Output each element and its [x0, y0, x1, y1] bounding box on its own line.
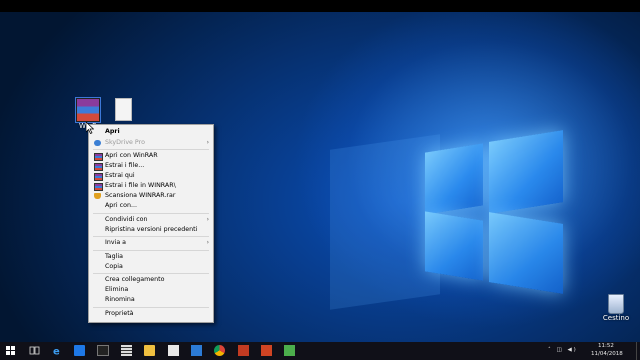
windows-logo-pane	[489, 212, 563, 294]
shield-icon	[94, 193, 101, 199]
winrar-archive-icon	[75, 97, 101, 123]
menu-item-apri-con[interactable]: Apri con...	[89, 201, 213, 211]
menu-separator	[93, 307, 209, 308]
menu-item-label: Estrai i file in WINRAR\	[105, 182, 176, 189]
menu-item-ripristina-versioni[interactable]: Ripristina versioni precedenti	[89, 225, 213, 235]
show-desktop-button[interactable]	[636, 342, 640, 360]
tray-icons[interactable]: ˄ ◫ ◀)	[548, 347, 578, 353]
mouse-cursor-icon	[86, 122, 94, 134]
menu-item-estrai-file[interactable]: Estrai i file...	[89, 161, 213, 171]
menu-item-label: Estrai i file...	[105, 162, 145, 169]
desktop-icon-file[interactable]	[103, 98, 143, 121]
menu-item-label: Scansiona WINRAR.rar	[105, 192, 176, 199]
clock-time[interactable]: 11:52	[598, 343, 614, 349]
menu-item-label: Rinomina	[105, 296, 135, 303]
context-menu: Apri SkyDrive Pro › Apri con WinRAR Estr…	[88, 124, 214, 323]
calculator-icon[interactable]	[121, 345, 132, 356]
edge-icon[interactable]: e	[52, 345, 63, 357]
chevron-right-icon: ›	[206, 239, 209, 246]
start-icon[interactable]	[5, 345, 16, 356]
menu-item-label: Crea collegamento	[105, 276, 165, 283]
windows-logo-pane	[489, 130, 563, 214]
file-explorer-icon[interactable]	[144, 345, 155, 356]
taskbar: e ˄ ◫ ◀) 11:52 11/04/2018	[0, 342, 640, 360]
chevron-right-icon: ›	[206, 139, 209, 146]
light-beam	[330, 134, 440, 310]
menu-item-label: Apri con WinRAR	[105, 152, 158, 159]
menu-separator	[93, 213, 209, 214]
menu-item-label: Ripristina versioni precedenti	[105, 226, 198, 233]
menu-item-copia[interactable]: Copia	[89, 262, 213, 272]
blank-file-icon	[114, 98, 132, 121]
menu-separator	[93, 236, 209, 237]
menu-item-elimina[interactable]: Elimina	[89, 285, 213, 295]
menu-item-label: Elimina	[105, 286, 129, 293]
photos-icon[interactable]	[191, 345, 202, 356]
cloud-icon	[94, 140, 101, 146]
menu-item-label: Invia a	[105, 239, 127, 246]
menu-item-estrai-qui[interactable]: Estrai qui	[89, 171, 213, 181]
menu-item-label: Condividi con	[105, 216, 148, 223]
powerpoint-icon[interactable]	[261, 345, 272, 356]
windows-logo-pane	[425, 211, 483, 281]
menu-item-label: Taglia	[105, 253, 124, 260]
menu-item-label: Copia	[105, 263, 123, 270]
recycle-bin-label: Cestino	[602, 314, 630, 322]
recycle-bin-icon	[608, 294, 624, 314]
menu-item-apri-con-winrar[interactable]: Apri con WinRAR	[89, 151, 213, 161]
clock-date[interactable]: 11/04/2018	[591, 351, 623, 357]
menu-item-scansiona[interactable]: Scansiona WINRAR.rar	[89, 191, 213, 201]
menu-item-apri[interactable]: Apri	[89, 127, 213, 137]
menu-separator	[93, 273, 209, 274]
recycle-bin[interactable]: Cestino	[596, 294, 636, 322]
menu-item-crea-collegamento[interactable]: Crea collegamento	[89, 275, 213, 285]
menu-item-label: Estrai qui	[105, 172, 135, 179]
menu-item-label: Apri con...	[105, 202, 137, 209]
menu-item-label: SkyDrive Pro	[105, 139, 145, 146]
menu-item-estrai-in-cartella[interactable]: Estrai i file in WINRAR\	[89, 181, 213, 191]
winrar-icon	[94, 183, 103, 191]
menu-item-rinomina[interactable]: Rinomina	[89, 295, 213, 305]
menu-separator	[93, 250, 209, 251]
menu-item-skydrive-pro[interactable]: SkyDrive Pro ›	[89, 138, 213, 148]
svg-text:e: e	[53, 347, 60, 357]
letterbox	[0, 0, 640, 12]
cmd-icon[interactable]	[97, 345, 109, 356]
mail-icon[interactable]	[238, 345, 249, 356]
menu-item-proprieta[interactable]: Proprietà	[89, 309, 213, 319]
store-icon[interactable]	[74, 345, 85, 356]
winrar-icon	[94, 153, 103, 161]
screen: WinR Cestino Apri SkyDrive Pro › Apri co…	[0, 0, 640, 360]
menu-item-invia-a[interactable]: Invia a ›	[89, 238, 213, 248]
winrar-icon	[94, 173, 103, 181]
media-player-icon[interactable]	[168, 345, 179, 356]
chrome-icon[interactable]	[214, 345, 225, 356]
menu-item-label: Apri	[105, 128, 120, 135]
menu-separator	[93, 149, 209, 150]
menu-item-condividi-con[interactable]: Condividi con ›	[89, 215, 213, 225]
windows-logo-pane	[425, 143, 483, 215]
menu-item-label: Proprietà	[105, 310, 134, 317]
menu-item-taglia[interactable]: Taglia	[89, 252, 213, 262]
task-view-icon[interactable]	[29, 345, 40, 356]
chevron-right-icon: ›	[206, 216, 209, 223]
winrar-icon	[94, 163, 103, 171]
camtasia-icon[interactable]	[284, 345, 295, 356]
